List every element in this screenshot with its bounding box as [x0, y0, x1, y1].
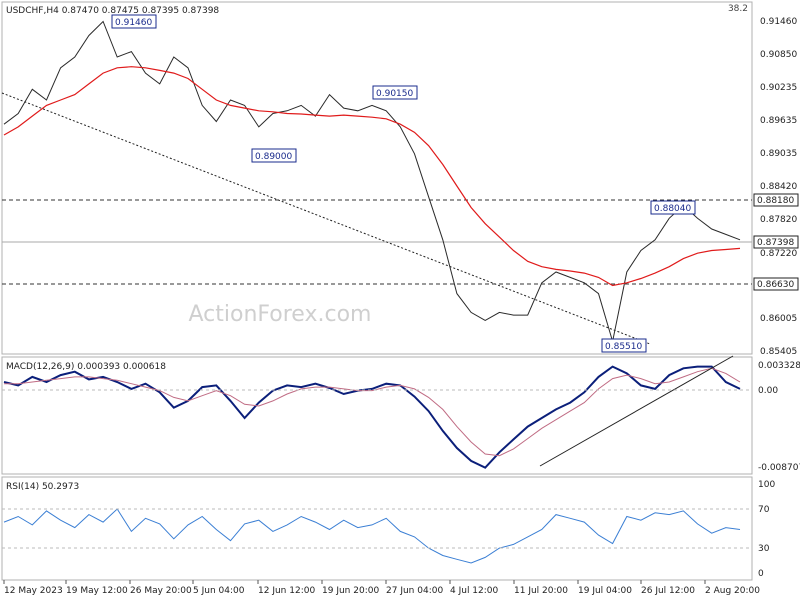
macd-tick: 0.003328	[758, 361, 800, 371]
time-x-axis: 12 May 2023 19 May 12:00 26 May 20:00 5 Jun…	[3, 580, 760, 596]
x-axis-label: 2 Aug 20:00	[705, 586, 760, 596]
macd-panel-label: MACD(12,26,9) 0.000393 0.000618	[6, 362, 166, 372]
svg-text:0.90150: 0.90150	[376, 89, 413, 99]
current-price-tag: 0.87398	[753, 235, 799, 249]
x-axis-label: 19 Jun 20:00	[322, 586, 379, 596]
rsi-tick: 70	[758, 505, 770, 515]
price-tick: 0.90235	[760, 83, 797, 93]
rsi-tick: 30	[758, 544, 770, 554]
price-y-axis: 0.91460 0.90850 0.90235 0.89635 0.89035 …	[760, 17, 797, 357]
price-tick: 0.85405	[760, 347, 797, 357]
svg-text:0.89000: 0.89000	[255, 152, 292, 162]
corner-value: 38.2	[728, 4, 748, 14]
price-tick: 0.86005	[760, 314, 797, 324]
rsi-line	[3, 508, 741, 564]
svg-text:0.86630: 0.86630	[757, 280, 794, 290]
rsi-panel-label: RSI(14) 50.2973	[6, 482, 79, 492]
svg-text:0.88180: 0.88180	[757, 196, 794, 206]
svg-text:0.87398: 0.87398	[757, 238, 794, 248]
macd-panel-frame	[1, 356, 753, 475]
macd-line	[3, 365, 741, 469]
callout-mid-low: 0.89000	[251, 148, 297, 163]
x-axis-label: 19 May 12:00	[66, 586, 128, 596]
x-axis-label: 12 Jun 12:00	[258, 586, 315, 596]
price-tick: 0.89635	[760, 116, 797, 126]
macd-tick: 0.00	[758, 386, 778, 396]
forex-chart: USDCHF,H4 0.87470 0.87475 0.87395 0.8739…	[1, 1, 800, 596]
x-axis-label: 27 Jun 04:00	[386, 586, 443, 596]
rsi-tick: 100	[758, 480, 775, 490]
level-tag-high: 0.88180	[753, 193, 799, 207]
price-tick: 0.90850	[760, 50, 797, 60]
price-tick: 0.91460	[760, 17, 797, 27]
rsi-y-axis: 100 70 30 0	[758, 480, 775, 579]
x-axis-label: 19 Jul 04:00	[578, 586, 632, 596]
svg-text:0.91460: 0.91460	[115, 18, 152, 28]
price-series	[3, 20, 741, 342]
macd-tick: -0.008707	[758, 463, 800, 473]
x-axis-label: 26 Jul 12:00	[641, 586, 695, 596]
x-axis-label: 11 Jul 20:00	[514, 586, 568, 596]
rsi-tick: 0	[758, 569, 764, 579]
x-axis-label: 5 Jun 04:00	[193, 586, 245, 596]
macd-trendline	[539, 355, 734, 467]
callout-mid-high: 0.90150	[372, 85, 418, 100]
price-panel-frame	[1, 1, 753, 355]
watermark: ActionForex.com	[189, 302, 372, 327]
callout-recent-high: 0.88040	[650, 200, 696, 215]
x-axis-label: 12 May 2023	[4, 586, 63, 596]
macd-series	[3, 365, 741, 469]
callout-high: 0.91460	[111, 14, 157, 29]
price-tick: 0.89035	[760, 149, 797, 159]
ema-line	[3, 66, 741, 287]
x-axis-label: 4 Jul 12:00	[450, 586, 499, 596]
price-tick: 0.88420	[760, 182, 797, 192]
price-tick: 0.87820	[760, 215, 797, 225]
price-tick: 0.87220	[760, 249, 797, 259]
svg-text:0.85510: 0.85510	[605, 342, 642, 352]
callout-low: 0.85510	[601, 338, 647, 353]
level-tag-low: 0.86630	[753, 277, 799, 291]
svg-text:0.88040: 0.88040	[654, 204, 691, 214]
rsi-series	[3, 508, 741, 564]
rsi-panel-frame	[1, 476, 753, 581]
macd-y-axis: 0.003328 0.00 -0.008707	[758, 361, 800, 473]
x-axis-label: 26 May 20:00	[130, 586, 192, 596]
